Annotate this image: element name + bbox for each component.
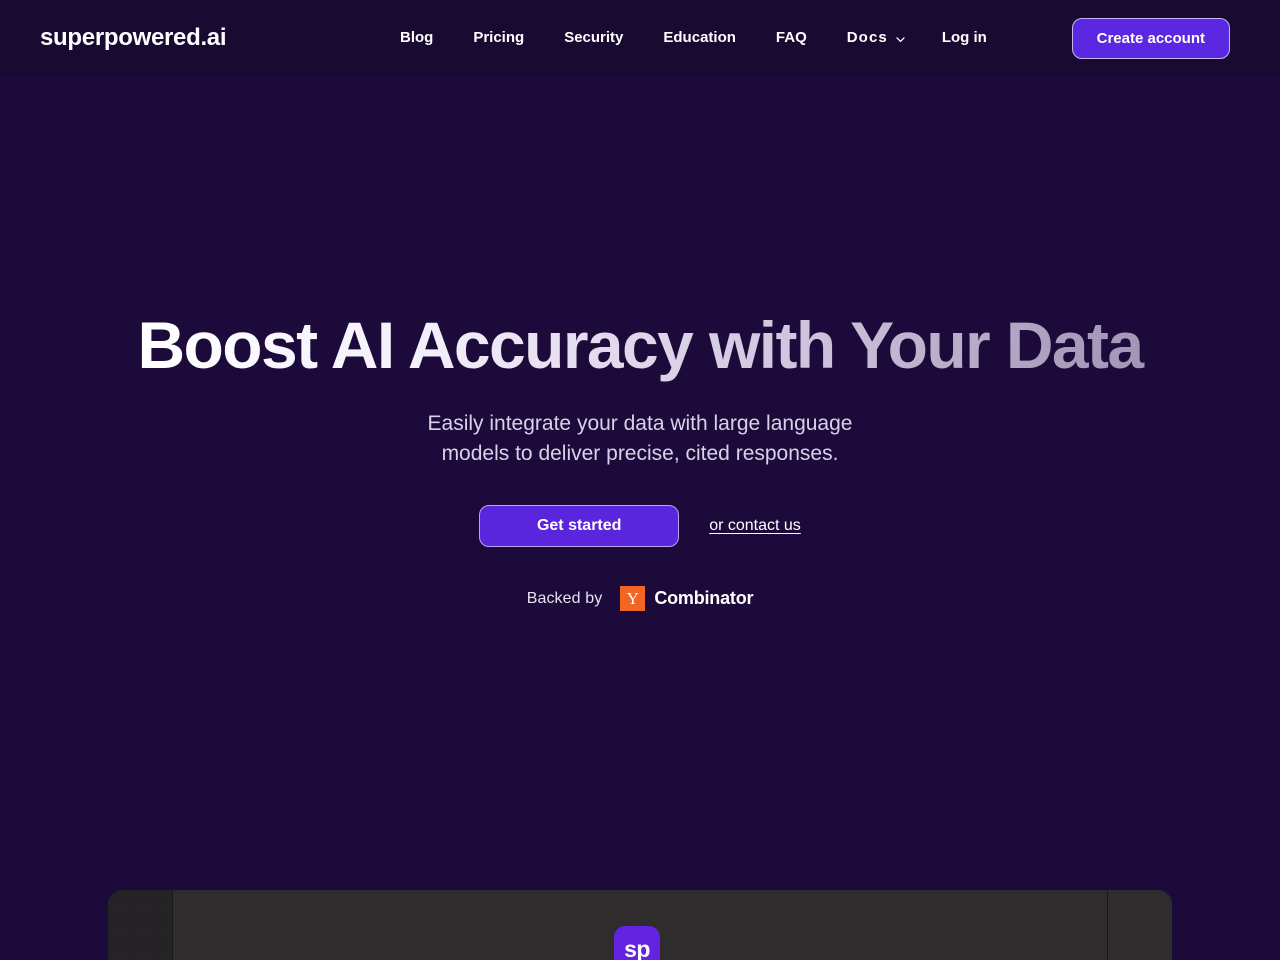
app-logo-icon: sp: [614, 926, 660, 960]
nav-item-education[interactable]: Education: [643, 20, 756, 56]
page-title: Boost AI Accuracy with Your Data: [0, 307, 1280, 383]
y-combinator-mark-icon: Y: [620, 586, 646, 611]
nav-item-blog[interactable]: Blog: [380, 20, 453, 56]
contact-us-link[interactable]: or contact us: [709, 517, 801, 535]
hero-section: Boost AI Accuracy with Your Data Easily …: [0, 76, 1280, 890]
nav-item-faq[interactable]: FAQ: [756, 20, 827, 56]
hero-cta-row: Get started or contact us: [0, 505, 1280, 547]
nav-item-docs[interactable]: Docs: [827, 20, 920, 56]
nav-item-pricing[interactable]: Pricing: [453, 20, 544, 56]
nav-item-login[interactable]: Log in: [920, 20, 997, 56]
backed-by-label: Backed by: [526, 589, 603, 607]
main-navigation: Blog Pricing Security Education FAQ Docs…: [380, 0, 997, 76]
site-header: superpowered.ai Blog Pricing Security Ed…: [0, 0, 1280, 76]
y-combinator-logo: Y Combinator: [620, 586, 754, 611]
preview-sidebar-shade: [108, 890, 172, 960]
nav-item-security[interactable]: Security: [544, 20, 643, 56]
hero-subtitle-line-1: Easily integrate your data with large la…: [427, 412, 853, 435]
preview-divider-right: [1107, 890, 1108, 960]
backed-by-badge: Backed by Y Combinator: [0, 586, 1280, 611]
nav-item-docs-label: Docs: [846, 29, 888, 46]
brand-logo[interactable]: superpowered.ai: [40, 24, 227, 52]
hero-subtitle-line-2: models to deliver precise, cited respons…: [441, 442, 839, 465]
get-started-button[interactable]: Get started: [479, 505, 680, 547]
hero-subtitle: Easily integrate your data with large la…: [0, 409, 1280, 469]
create-account-button[interactable]: Create account: [1071, 18, 1230, 59]
app-preview-panel: sp: [108, 890, 1172, 960]
y-combinator-wordmark: Combinator: [654, 588, 754, 608]
preview-divider-left: [172, 890, 173, 960]
chevron-down-icon: [895, 34, 906, 45]
